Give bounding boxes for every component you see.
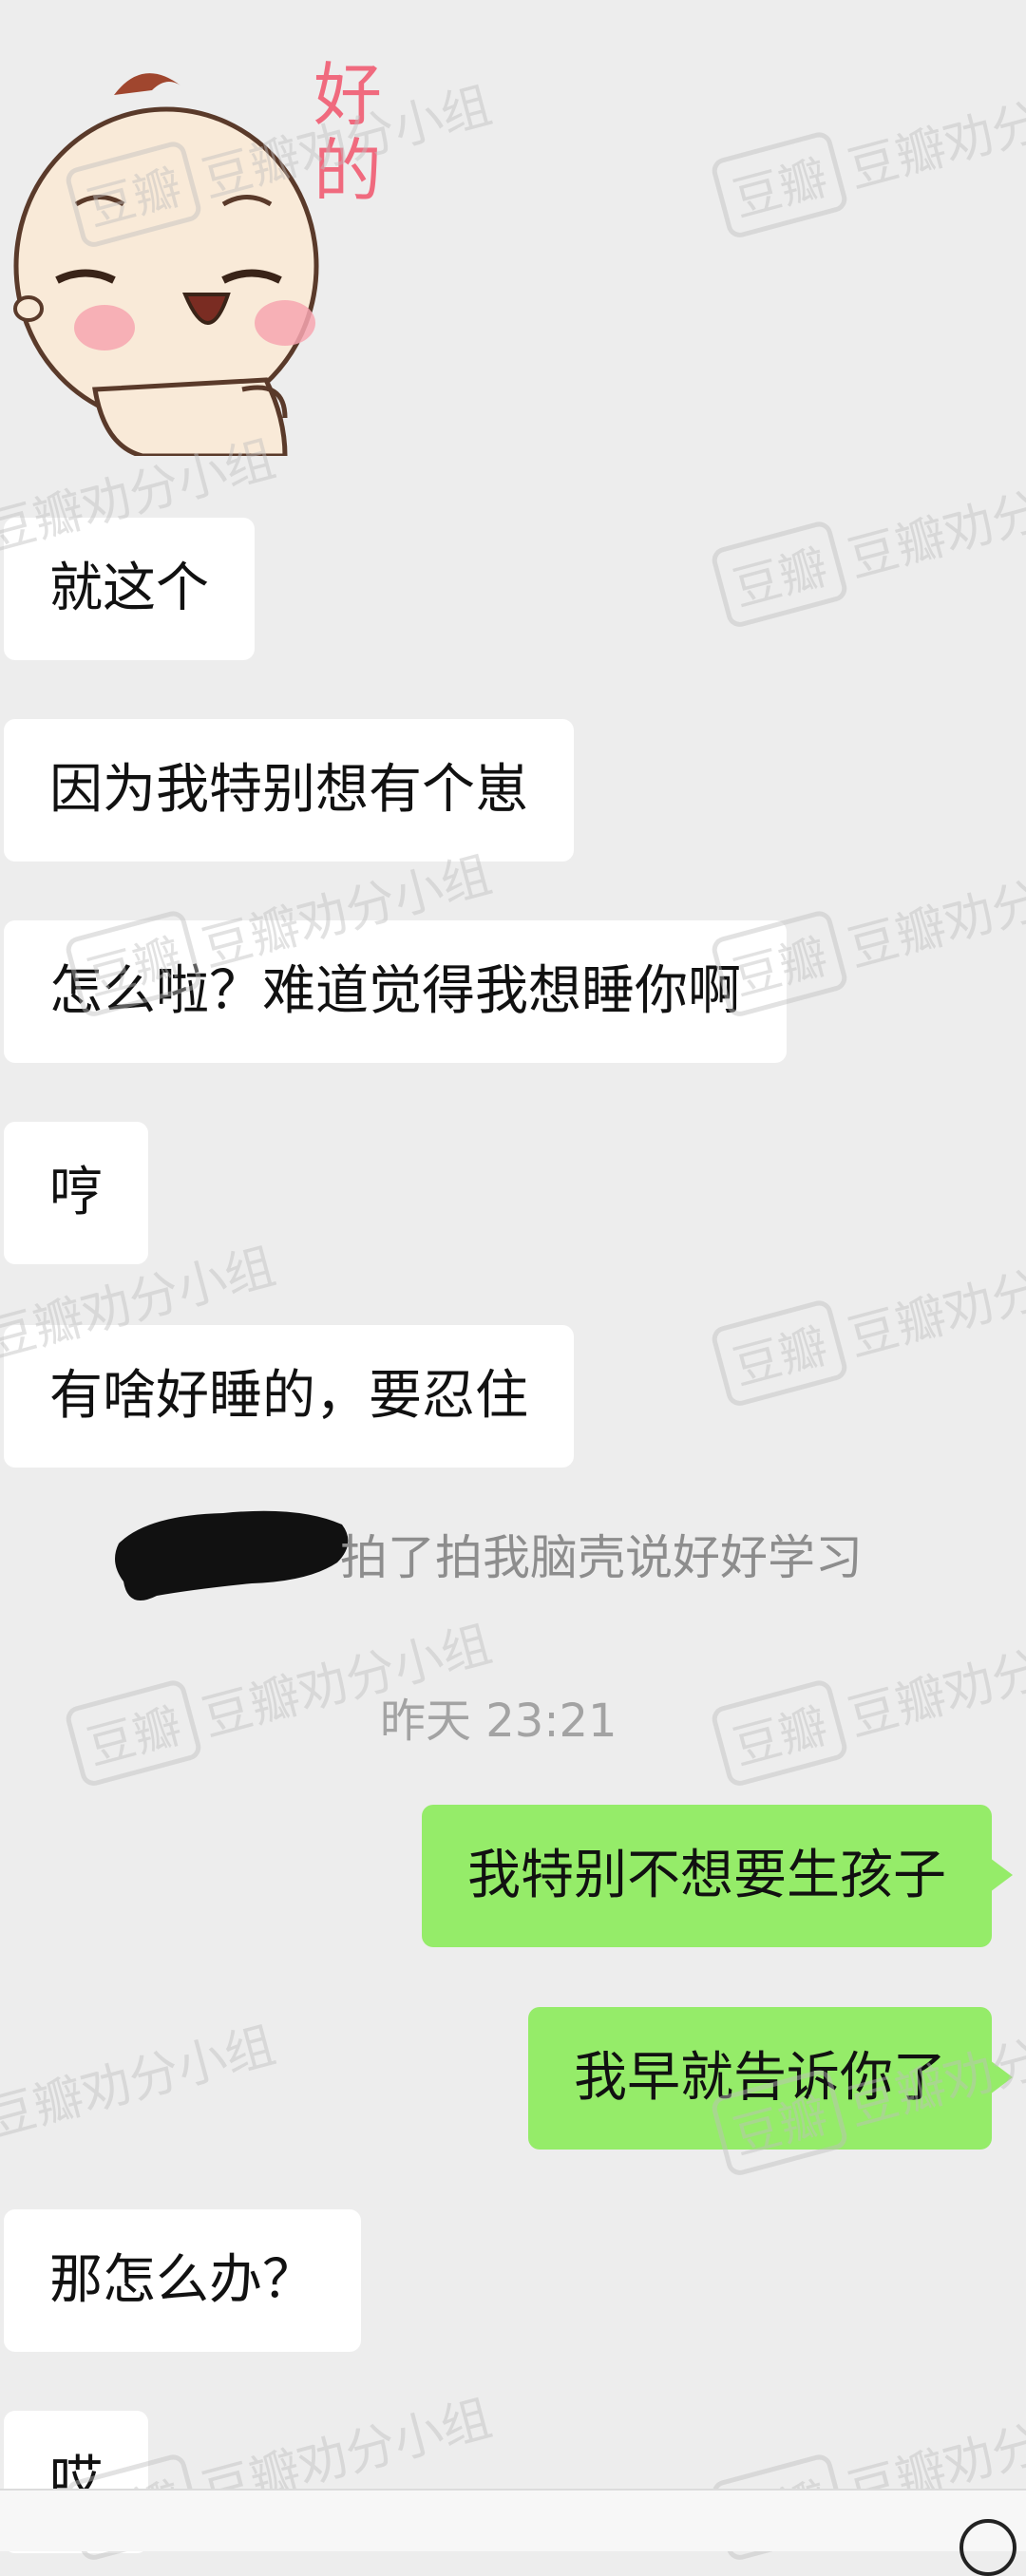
message-timestamp: 昨天 23:21 [380,1695,618,1748]
baby-sticker[interactable]: 好的 [0,38,382,459]
message-text: 我早就告诉你了 [574,2047,946,2109]
message-bubble-incoming[interactable]: 有啥好睡的，要忍住 [4,1325,574,1468]
message-text: 我特别不想要生孩子 [467,1845,946,1906]
message-bubble-incoming[interactable]: 因为我特别想有个崽 [4,719,574,862]
watermark: 豆瓣豆瓣劝分小组 [709,440,1026,631]
baby-sticker-image [13,73,319,459]
message-bubble-incoming[interactable]: 哼 [4,1122,148,1264]
message-bubble-outgoing[interactable]: 我特别不想要生孩子 [422,1805,1013,1947]
voice-toggle-icon[interactable] [960,2519,1016,2576]
message-text: 哼 [49,1162,103,1223]
message-text: 有啥好睡的，要忍住 [49,1365,528,1427]
sticker-caption: 好的 [314,55,383,211]
message-text: 就这个 [49,558,209,619]
message-text: 怎么啦？难道觉得我想睡你啊 [49,960,741,1022]
pat-system-message: 拍了拍我脑壳说好好学习 [340,1530,863,1585]
input-bar[interactable] [0,2489,1026,2576]
watermark: 豆瓣豆瓣劝分小组 [709,50,1026,241]
message-text: 那怎么办？ [49,2249,315,2311]
message-bubble-outgoing[interactable]: 我早就告诉你了 [528,2007,1013,2150]
message-bubble-incoming[interactable]: 怎么啦？难道觉得我想睡你啊 [4,920,787,1063]
message-text: 因为我特别想有个崽 [49,759,528,821]
message-bubble-incoming[interactable]: 就这个 [4,518,255,660]
redacted-name [115,1510,349,1601]
watermark: 豆瓣豆瓣劝分小组 [709,1219,1026,1410]
watermark: 豆瓣豆瓣劝分小组 [709,1599,1026,1790]
watermark: 豆瓣劝分小组 [0,2017,281,2150]
message-bubble-incoming[interactable]: 那怎么办？ [4,2209,361,2352]
chat-area[interactable]: 好的 就这个 因为我特别想有个崽 怎么啦？难道觉得我想睡你啊 哼 有啥好睡的，要… [0,0,1026,2564]
